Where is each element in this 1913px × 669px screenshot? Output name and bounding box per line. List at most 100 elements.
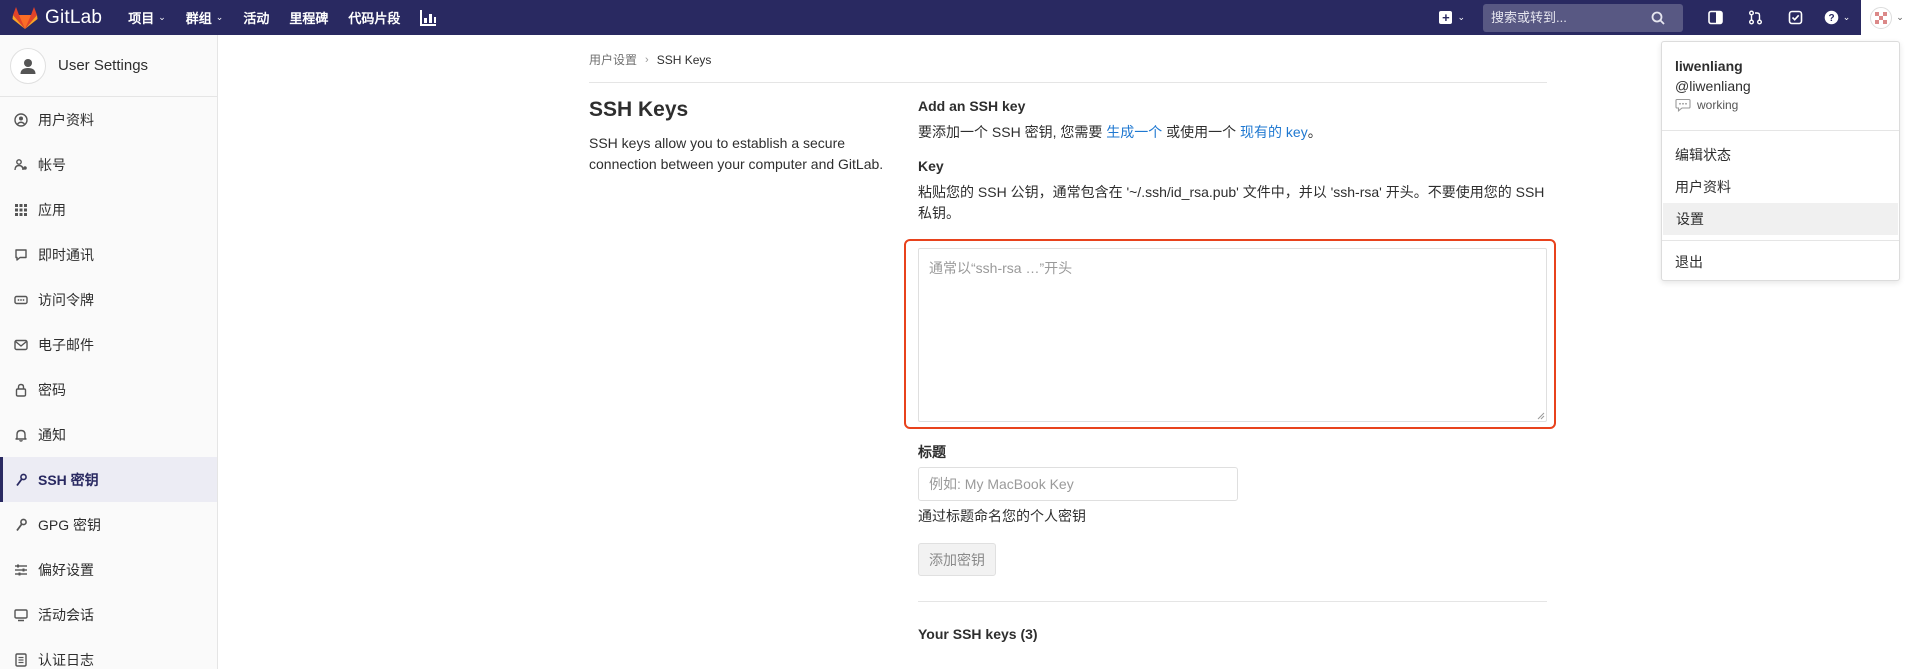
- sidebar-item-auth-log[interactable]: 认证日志: [0, 637, 217, 669]
- add-key-heading: Add an SSH key: [918, 98, 1026, 114]
- intro-text: 或使用一个: [1162, 124, 1241, 140]
- key-icon: [14, 473, 28, 487]
- chevron-down-icon: ⌄: [215, 12, 224, 22]
- sidebar-item-label: 认证日志: [38, 651, 94, 668]
- status-text: working: [1697, 98, 1739, 112]
- user-avatar: [1870, 6, 1893, 29]
- chevron-down-icon: ⌄: [1896, 12, 1904, 22]
- search-input[interactable]: [1491, 10, 1651, 25]
- key-label: Key: [918, 158, 944, 174]
- sidebar-toggle-icon[interactable]: [1695, 0, 1735, 35]
- breadcrumb-separator: ›: [645, 53, 649, 66]
- sidebar-item-label: 电子邮件: [38, 336, 94, 353]
- search-box[interactable]: [1483, 3, 1683, 32]
- user-dropdown-menu: liwenliang @liwenliang working 编辑状态 用户资料…: [1661, 41, 1900, 281]
- chevron-down-icon: ⌄: [1842, 12, 1851, 22]
- brand-name: GitLab: [45, 6, 103, 28]
- lock-icon: [14, 383, 28, 397]
- breadcrumb-current[interactable]: SSH Keys: [657, 53, 712, 67]
- generate-key-link[interactable]: 生成一个: [1106, 124, 1162, 140]
- nav-right: + ⌄ ? ⌄ ⌄: [1439, 0, 1913, 35]
- chevron-down-icon: ⌄: [1457, 12, 1465, 22]
- bell-icon: [14, 428, 28, 442]
- applications-icon: [14, 203, 28, 217]
- monitor-icon: [14, 608, 28, 622]
- nav-groups-label: 群组: [185, 11, 212, 26]
- divider: [589, 82, 1547, 83]
- merge-request-icon[interactable]: [1735, 0, 1775, 35]
- nav-projects[interactable]: 项目 ⌄: [128, 8, 166, 27]
- sidebar-item-account[interactable]: 帐号: [0, 142, 217, 187]
- sidebar-item-profile[interactable]: 用户资料: [0, 97, 217, 142]
- dropdown-handle: @liwenliang: [1675, 78, 1751, 94]
- sidebar-item-ssh-keys[interactable]: SSH 密钥: [0, 457, 217, 502]
- sidebar-item-label: GPG 密钥: [38, 516, 102, 533]
- intro-text: 要添加一个 SSH 密钥, 您需要: [918, 124, 1107, 140]
- your-keys-heading: Your SSH keys (3): [918, 626, 1038, 642]
- chevron-down-icon: ⌄: [158, 12, 166, 22]
- profile-icon: [14, 112, 28, 127]
- sidebar-item-active-sessions[interactable]: 活动会话: [0, 592, 217, 637]
- sidebar-item-applications[interactable]: 应用: [0, 187, 217, 232]
- sidebar-item-label: SSH 密钥: [38, 471, 99, 488]
- breadcrumb: 用户设置 › SSH Keys: [589, 51, 711, 68]
- sidebar-item-label: 访问令牌: [38, 291, 94, 308]
- menu-item-settings[interactable]: 设置: [1663, 203, 1898, 235]
- existing-key-link[interactable]: 现有的 key: [1240, 124, 1308, 140]
- sidebar-item-label: 密码: [38, 381, 66, 398]
- sidebar-item-password[interactable]: 密码: [0, 367, 217, 412]
- sidebar-item-label: 活动会话: [38, 606, 94, 623]
- settings-sidebar: User Settings 用户资料 帐号 应用 即时通讯 访问令牌 电子邮件 …: [0, 35, 218, 669]
- top-navbar: GitLab 项目 ⌄ 群组 ⌄ 活动 里程碑 代码片段 + ⌄ 搜索或转到..…: [0, 0, 1913, 35]
- page-intro: SSH Keys SSH keys allow you to establish…: [589, 98, 889, 175]
- key-textarea[interactable]: [918, 248, 1547, 422]
- help-icon[interactable]: ? ⌄: [1815, 0, 1859, 35]
- user-icon: [10, 47, 46, 84]
- sidebar-item-tokens[interactable]: 访问令牌: [0, 277, 217, 322]
- nav-groups[interactable]: 群组 ⌄: [186, 8, 224, 27]
- sidebar-item-label: 用户资料: [38, 111, 94, 128]
- resize-handle-icon[interactable]: [1537, 412, 1545, 420]
- dropdown-user-info[interactable]: liwenliang @liwenliang working: [1662, 42, 1899, 130]
- nav-snippets[interactable]: 代码片段: [348, 8, 400, 27]
- key-help-text: 粘贴您的 SSH 公钥，通常包含在 '~/.ssh/id_rsa.pub' 文件…: [918, 184, 1545, 221]
- chat-icon: [14, 248, 28, 262]
- intro-text: 。: [1307, 124, 1322, 140]
- sidebar-title: User Settings: [58, 57, 149, 74]
- sidebar-item-chat[interactable]: 即时通讯: [0, 232, 217, 277]
- sidebar-item-notifications[interactable]: 通知: [0, 412, 217, 457]
- todo-check-icon[interactable]: [1775, 0, 1815, 35]
- sidebar-item-label: 通知: [38, 426, 66, 443]
- title-label: 标题: [918, 444, 946, 460]
- menu-item-sign-out[interactable]: 退出: [1662, 246, 1899, 278]
- menu-item-profile[interactable]: 用户资料: [1662, 171, 1899, 203]
- account-icon: [14, 158, 28, 172]
- add-key-button[interactable]: 添加密钥: [918, 543, 996, 576]
- add-key-intro: 要添加一个 SSH 密钥, 您需要 生成一个 或使用一个 现有的 key。: [918, 122, 1547, 143]
- nav-activity[interactable]: 活动: [243, 8, 269, 27]
- svg-text:?: ?: [1828, 13, 1834, 24]
- page-description: SSH keys allow you to establish a secure…: [589, 135, 884, 172]
- title-input[interactable]: [918, 467, 1238, 501]
- nav-projects-label: 项目: [128, 11, 155, 26]
- divider: [918, 601, 1547, 602]
- sidebar-item-emails[interactable]: 电子邮件: [0, 322, 217, 367]
- menu-item-edit-status[interactable]: 编辑状态: [1662, 139, 1899, 171]
- dropdown-status: working: [1675, 98, 1899, 112]
- new-item-dropdown[interactable]: + ⌄: [1439, 11, 1465, 24]
- preferences-icon: [14, 563, 28, 577]
- sidebar-item-gpg-keys[interactable]: GPG 密钥: [0, 502, 217, 547]
- nav-links: 项目 ⌄ 群组 ⌄ 活动 里程碑 代码片段: [128, 0, 437, 35]
- plus-square-icon: +: [1439, 11, 1453, 24]
- user-avatar-dropdown[interactable]: ⌄: [1861, 0, 1913, 35]
- search-icon[interactable]: [1651, 11, 1665, 25]
- sidebar-header[interactable]: User Settings: [0, 35, 217, 97]
- sidebar-item-preferences[interactable]: 偏好设置: [0, 547, 217, 592]
- email-icon: [14, 338, 28, 352]
- gitlab-logo[interactable]: GitLab: [12, 0, 102, 35]
- nav-milestones[interactable]: 里程碑: [289, 8, 328, 27]
- title-help-text: 通过标题命名您的个人密钥: [918, 508, 1086, 524]
- sidebar-item-label: 帐号: [38, 156, 66, 173]
- chart-icon[interactable]: [420, 9, 437, 26]
- breadcrumb-parent-link[interactable]: 用户设置: [589, 51, 637, 68]
